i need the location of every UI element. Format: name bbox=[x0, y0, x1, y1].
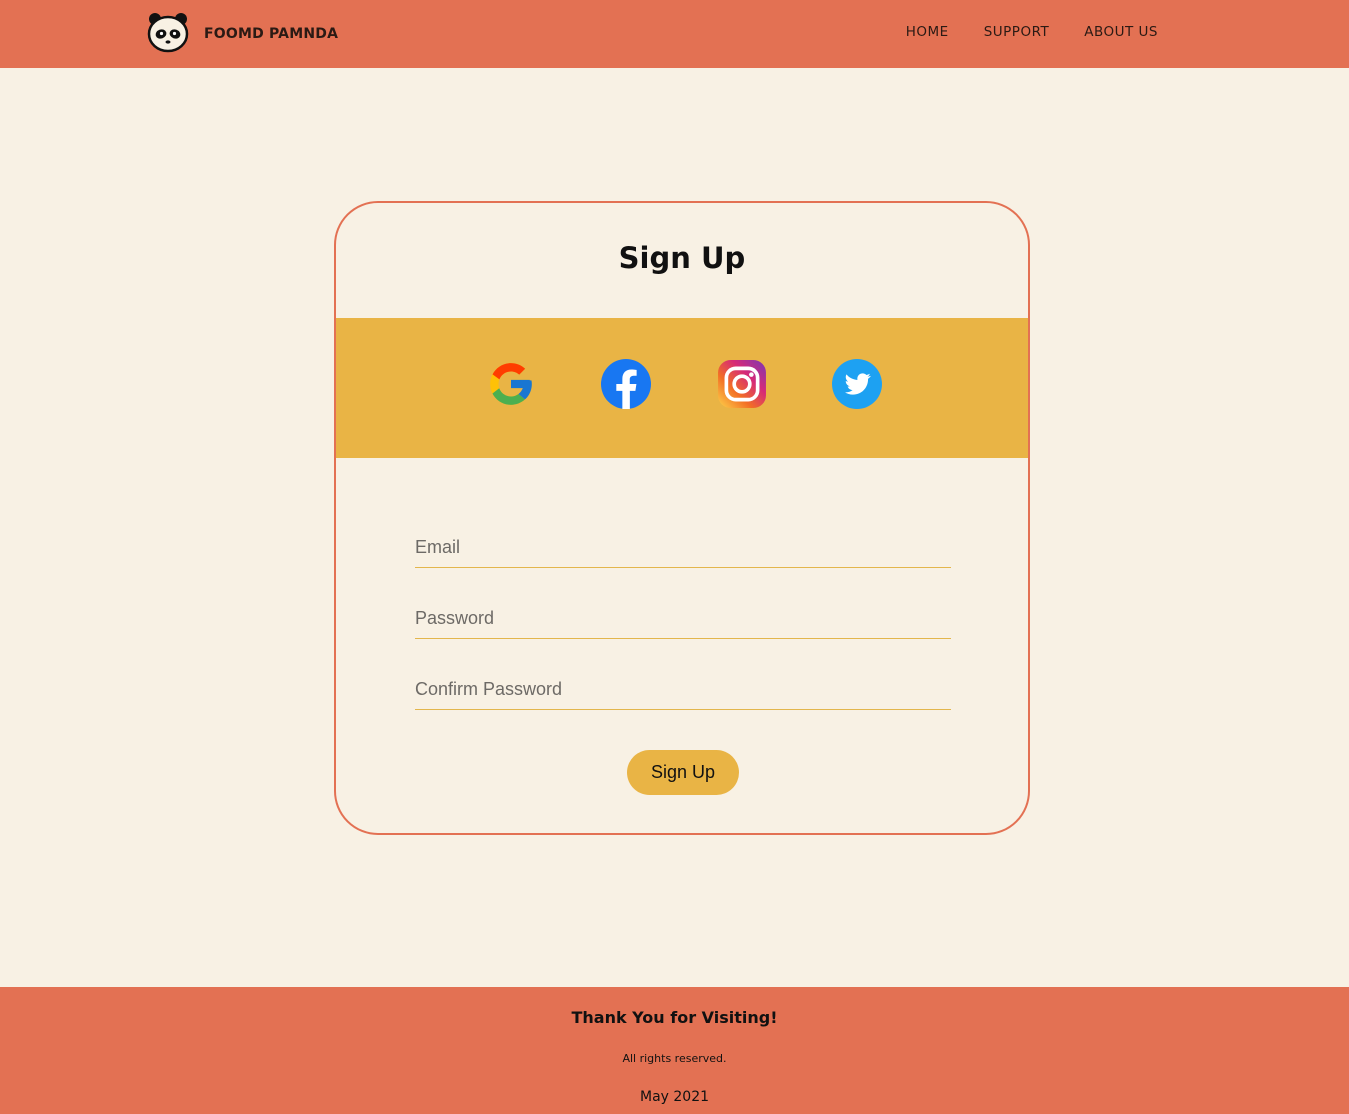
confirm-password-field[interactable] bbox=[415, 670, 951, 710]
signup-submit-button[interactable]: Sign Up bbox=[627, 750, 739, 795]
nav-about-link[interactable]: ABOUT US bbox=[1084, 24, 1158, 40]
social-login-band bbox=[336, 318, 1028, 458]
nav-links: HOME SUPPORT ABOUT US bbox=[906, 24, 1158, 40]
footer: Thank You for Visiting! All rights reser… bbox=[0, 987, 1349, 1114]
google-icon[interactable] bbox=[486, 359, 536, 409]
instagram-icon[interactable] bbox=[717, 359, 767, 409]
footer-rights-text: All rights reserved. bbox=[622, 1052, 727, 1065]
footer-date-text: May 2021 bbox=[639, 1089, 710, 1105]
nav-home-link[interactable]: HOME bbox=[906, 24, 949, 40]
facebook-icon[interactable] bbox=[601, 359, 651, 409]
password-field[interactable] bbox=[415, 599, 951, 639]
brand-name: FOOMD PAMNDA bbox=[204, 26, 339, 42]
brand-link[interactable]: FOOMD PAMNDA bbox=[146, 12, 338, 56]
twitter-icon[interactable] bbox=[832, 359, 882, 409]
footer-thanks-text: Thank You for Visiting! bbox=[571, 1008, 778, 1027]
navbar: FOOMD PAMNDA HOME SUPPORT ABOUT US bbox=[0, 0, 1349, 68]
signup-title: Sign Up bbox=[618, 241, 746, 275]
panda-face-icon bbox=[146, 10, 190, 58]
email-field[interactable] bbox=[415, 528, 951, 568]
signup-card: Sign Up Email Sign Up bbox=[334, 201, 1030, 835]
nav-support-link[interactable]: SUPPORT bbox=[984, 24, 1050, 40]
